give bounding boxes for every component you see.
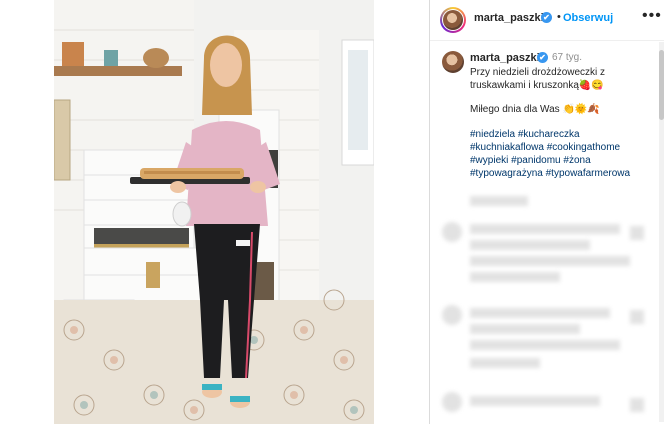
blurred-like-icon xyxy=(630,398,644,412)
header-username[interactable]: marta_paszkin xyxy=(474,12,550,24)
avatar[interactable] xyxy=(442,9,464,31)
caption-username[interactable]: marta_paszkin xyxy=(470,52,546,64)
instagram-post-view: marta_paszkin ✔ • Obserwuj ••• marta_pas… xyxy=(0,0,664,424)
blurred-comment-avatar xyxy=(442,392,462,412)
blurred-comment-avatar xyxy=(442,222,462,242)
blurred-comment xyxy=(470,224,620,234)
caption-line-3: Miłego dnia dla Was 👏🌞🍂 xyxy=(470,104,600,115)
blurred-comment xyxy=(470,256,630,266)
blurred-comment xyxy=(470,272,560,282)
blurred-comment xyxy=(470,308,610,318)
hashtags-line-2[interactable]: #kuchniakaflowa #cookingathome xyxy=(470,142,620,153)
blurred-comment xyxy=(470,324,580,334)
follow-button[interactable]: Obserwuj xyxy=(563,12,613,24)
post-photo[interactable] xyxy=(54,0,374,424)
blurred-comment xyxy=(470,340,620,350)
more-options-icon[interactable]: ••• xyxy=(642,7,662,25)
caption-line-2: truskawkami i kruszonką🍓😋 xyxy=(470,80,604,91)
kitchen-photo-illustration xyxy=(54,0,374,424)
post-header: marta_paszkin ✔ • Obserwuj ••• xyxy=(430,0,664,41)
blurred-comment-avatar xyxy=(442,305,462,325)
blurred-like-icon xyxy=(630,226,644,240)
hashtags-line-1[interactable]: #niedziela #kuchareczka xyxy=(470,129,580,140)
story-ring[interactable] xyxy=(440,7,466,33)
post-time[interactable]: 67 tyg. xyxy=(552,52,582,63)
blurred-comment xyxy=(470,358,540,368)
separator-dot: • xyxy=(557,11,561,23)
blurred-like-icon xyxy=(630,310,644,324)
caption-verified-badge-icon: ✔ xyxy=(537,52,548,63)
hashtags-line-4[interactable]: #typowagrażyna #typowafarmerowa xyxy=(470,168,630,179)
post-sidebar: marta_paszkin ✔ • Obserwuj ••• marta_pas… xyxy=(429,0,664,424)
hashtags-line-3[interactable]: #wypieki #panidomu #żona xyxy=(470,155,591,166)
blurred-comment xyxy=(470,196,528,206)
caption-line-1: Przy niedzieli drożdżoweczki z xyxy=(470,67,606,78)
scrollbar[interactable] xyxy=(659,42,664,422)
scrollbar-thumb[interactable] xyxy=(659,50,664,120)
blurred-comment xyxy=(470,396,600,406)
blurred-comment xyxy=(470,240,590,250)
caption-avatar[interactable] xyxy=(442,51,464,73)
verified-badge-icon: ✔ xyxy=(541,12,552,23)
avatar-image xyxy=(443,10,463,30)
